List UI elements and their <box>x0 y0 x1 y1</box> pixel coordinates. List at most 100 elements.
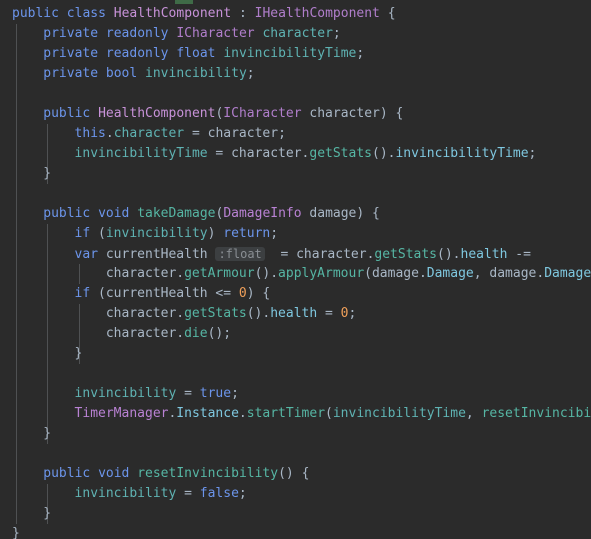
code-token: false <box>199 486 239 501</box>
code-token: health <box>270 306 318 321</box>
code-token: ; <box>231 386 239 401</box>
code-token: getStats <box>374 247 438 262</box>
code-token: ) <box>207 226 224 241</box>
code-line[interactable]: public HealthComponent(ICharacter charac… <box>0 104 591 124</box>
code-token: = <box>317 306 341 321</box>
code-line[interactable]: character.getArmour().applyArmour(damage… <box>0 264 591 284</box>
code-token: void <box>98 466 130 481</box>
code-line[interactable]: private readonly ICharacter character; <box>0 24 591 44</box>
code-token: } <box>43 166 52 181</box>
code-token: invincibility <box>74 486 177 501</box>
code-token: } <box>12 526 20 539</box>
code-token: . <box>536 266 545 281</box>
code-token: getStats <box>309 146 372 161</box>
code-token: HealthComponent <box>98 106 216 121</box>
code-line[interactable] <box>0 444 591 464</box>
code-line-content: } <box>43 424 51 444</box>
code-line[interactable] <box>0 84 591 104</box>
code-token: ( <box>364 266 372 281</box>
code-editor[interactable]: public class HealthComponent : IHealthCo… <box>0 0 591 539</box>
code-token: (); <box>207 326 232 341</box>
code-line[interactable]: public void resetInvincibility() { <box>0 464 591 484</box>
code-token: () { <box>278 466 310 481</box>
code-token: invincibilityTime <box>74 146 208 161</box>
code-line[interactable]: private readonly float invincibilityTime… <box>0 44 591 64</box>
code-token: invincibility <box>74 386 177 401</box>
code-token: } <box>43 506 52 521</box>
code-line[interactable]: } <box>0 524 591 539</box>
code-line[interactable]: invincibility = true; <box>0 384 591 404</box>
code-token: } <box>74 346 83 361</box>
code-token: (). <box>246 306 271 321</box>
code-line[interactable]: } <box>0 424 591 444</box>
code-token: . <box>238 406 247 421</box>
code-token: Damage <box>426 266 474 281</box>
code-token: = <box>176 486 200 501</box>
code-token: takeDamage <box>137 206 216 221</box>
code-token: ; <box>246 66 255 81</box>
code-line[interactable]: character.die(); <box>0 324 591 344</box>
code-token: ; <box>278 126 286 141</box>
code-line[interactable]: invincibilityTime = character.getStats()… <box>0 144 591 164</box>
code-line[interactable]: public class HealthComponent : IHealthCo… <box>0 4 591 24</box>
inlay-type-hint[interactable]: :float <box>215 247 265 261</box>
code-token: getArmour <box>184 266 255 281</box>
code-line[interactable]: private bool invincibility; <box>0 64 591 84</box>
code-token: this <box>74 126 106 141</box>
code-token: IHealthComponent <box>254 6 380 21</box>
code-line[interactable]: public void takeDamage(DamageInfo damage… <box>0 204 591 224</box>
code-line[interactable]: var currentHealth :float = character.get… <box>0 244 591 264</box>
code-token: character <box>231 146 302 161</box>
code-token: private <box>43 66 99 81</box>
code-token: . <box>105 126 114 141</box>
code-line[interactable]: character.getStats().health = 0; <box>0 304 591 324</box>
code-line[interactable]: invincibility = false; <box>0 484 591 504</box>
code-token: 0 <box>340 306 349 321</box>
code-token: void <box>98 206 130 221</box>
code-token: ICharacter <box>223 106 302 121</box>
code-token: ICharacter <box>176 26 255 41</box>
code-token: character <box>113 126 185 141</box>
code-token: ; <box>332 26 341 41</box>
code-line-content: this.character = character; <box>75 124 286 144</box>
code-token: = <box>207 146 232 161</box>
code-line[interactable]: TimerManager.Instance.startTimer(invinci… <box>0 404 591 424</box>
code-token: . <box>418 266 427 281</box>
code-token: damage <box>489 266 537 281</box>
code-line[interactable] <box>0 184 591 204</box>
code-line[interactable]: } <box>0 344 591 364</box>
code-line-content: } <box>43 504 51 524</box>
code-token: bool <box>105 66 138 81</box>
code-token: , <box>473 266 490 281</box>
code-token: public <box>43 106 91 121</box>
code-token: readonly <box>105 46 169 61</box>
code-token: invincibilityTime <box>395 146 529 161</box>
code-token: = <box>264 247 297 262</box>
code-line[interactable]: if (currentHealth <= 0) { <box>0 284 591 304</box>
code-token: character <box>296 247 367 262</box>
code-token: ; <box>238 486 247 501</box>
code-line-content: public class HealthComponent : IHealthCo… <box>12 4 396 24</box>
code-token: (). <box>437 247 461 262</box>
code-text-area[interactable]: public class HealthComponent : IHealthCo… <box>0 4 591 539</box>
code-line[interactable]: } <box>0 164 591 184</box>
code-token: public <box>43 206 91 221</box>
code-line-content: character.die(); <box>106 324 231 344</box>
code-token: -= <box>507 247 531 262</box>
code-line[interactable] <box>0 364 591 384</box>
code-line-content: private bool invincibility; <box>43 64 254 84</box>
code-token: ; <box>348 306 357 321</box>
code-line[interactable]: this.character = character; <box>0 124 591 144</box>
code-token: HealthComponent <box>113 6 232 21</box>
code-token: true <box>199 386 232 401</box>
code-line[interactable]: } <box>0 504 591 524</box>
code-token: . <box>176 306 185 321</box>
code-line[interactable]: if (invincibility) return; <box>0 224 591 244</box>
code-line-content: if (invincibility) return; <box>75 224 279 244</box>
code-token: startTimer <box>246 406 326 421</box>
code-line-content: } <box>12 524 20 539</box>
code-token: TimerManager <box>74 406 169 421</box>
